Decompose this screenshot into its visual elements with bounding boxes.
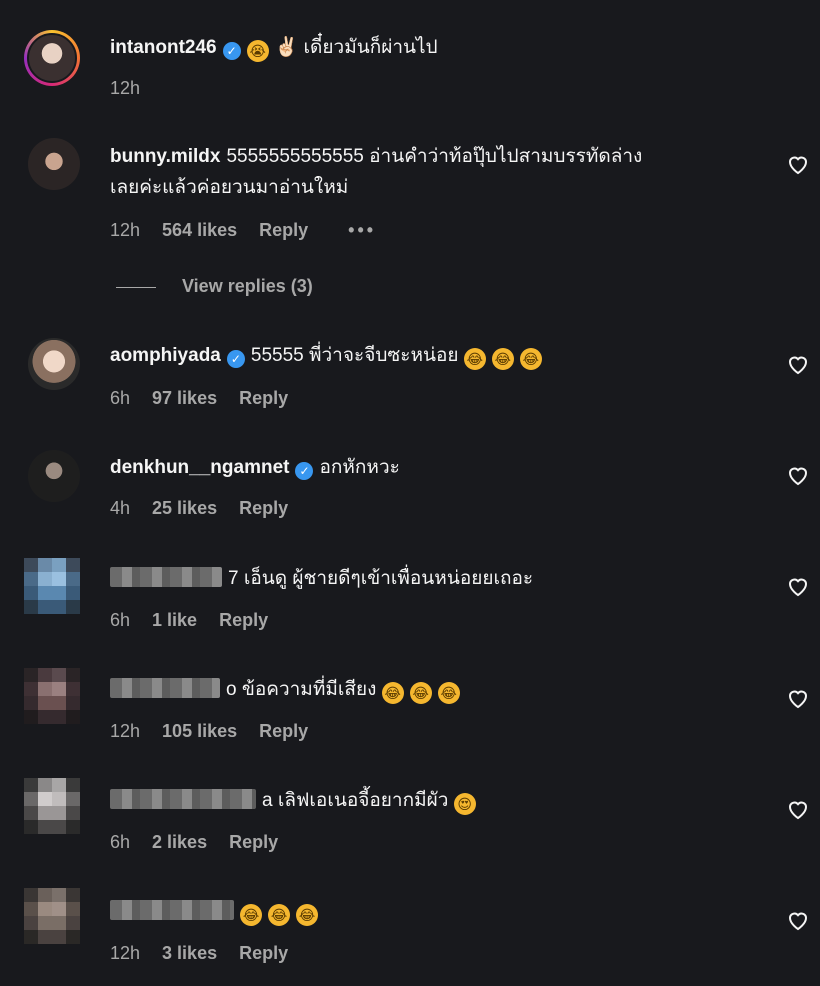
comment-text: a เลิฟเอเนอจี้อยากมีผัว [262,790,449,811]
laughing-emoji-icon: 😂 [519,348,542,370]
avatar[interactable] [28,138,80,190]
like-count[interactable]: 25 likes [152,498,217,518]
laughing-emoji-icon: 😂 [409,682,432,704]
avatar[interactable] [24,558,80,614]
heart-outline-icon[interactable] [786,908,810,932]
heart-outline-icon[interactable] [786,574,810,598]
laughing-emoji-icon: 😂 [437,682,460,704]
avatar[interactable] [24,668,80,724]
laughing-emoji-icon: 😂 [381,682,404,704]
like-count[interactable]: 564 likes [162,220,237,240]
comment-text: 55555 พี่ว่าจะจีบซะหน่อย [250,345,459,366]
like-count[interactable]: 2 likes [152,832,207,852]
heart-outline-icon[interactable] [786,686,810,710]
comment-text: o ข้อความที่มีเสียง [226,679,377,700]
comment-username[interactable]: intanont246 [110,37,217,58]
like-count[interactable]: 3 likes [162,943,217,963]
comment-username[interactable]: denkhun__ngamnet [110,457,289,478]
like-count[interactable]: 1 like [152,610,197,630]
laughing-emoji-icon: 😂 [268,904,290,926]
avatar[interactable] [28,338,80,390]
like-count[interactable]: 97 likes [152,388,217,408]
comment-time: 4h [110,498,131,518]
laughing-emoji-icon: 😂 [491,348,514,370]
verified-badge-icon: ✓ [222,42,241,60]
reply-button[interactable]: Reply [239,388,288,408]
comment-text-continued: เลยค่ะแล้วค่อยวนมาอ่านใหม่ [110,177,349,198]
heart-outline-icon[interactable] [786,352,810,376]
reply-button[interactable]: Reply [219,610,268,630]
comment-meta: 12h 564 likes Reply ••• [110,220,398,241]
more-options-icon[interactable]: ••• [348,220,376,240]
comment-meta: 6h 2 likes Reply [110,832,300,853]
reply-button[interactable]: Reply [259,721,308,741]
comment-text: 7 เอ็นดู ผู้ชายดีๆเข้าเพื่อนหน่อยยเถอะ [228,568,534,589]
heart-outline-icon[interactable] [786,797,810,821]
avatar[interactable] [24,888,80,944]
comment-meta: 12h 3 likes Reply [110,943,310,964]
divider-line [116,286,156,288]
comment-text: 5555555555555 อ่านคำว่าท้อปุ๊บไปสามบรรทั… [226,146,643,167]
like-count[interactable]: 105 likes [162,721,237,741]
avatar[interactable] [24,30,80,86]
comment-time: 12h [110,78,141,98]
view-replies-button[interactable]: View replies (3) [116,276,313,297]
crying-emoji-icon: 😭 [246,40,269,62]
blurred-username [110,789,256,809]
comment-text: อกหักหวะ [319,457,400,478]
comment-username[interactable]: aomphiyada [110,345,221,366]
laughing-emoji-icon: 😂 [463,348,486,370]
comment-time: 6h [110,832,131,852]
comment-meta: 6h 97 likes Reply [110,388,310,409]
blurred-username [110,567,222,587]
blurred-username [110,900,234,920]
comment-time: 12h [110,943,141,963]
comment-meta: 12h 105 likes Reply [110,721,330,742]
comment-text: ✌🏻 เดี๋ยวมันก็ผ่านไป [274,37,438,58]
comment-time: 6h [110,388,131,408]
verified-badge-icon: ✓ [226,350,245,368]
avatar[interactable] [28,450,80,502]
comment-meta: 12h [110,78,162,99]
reply-button[interactable]: Reply [229,832,278,852]
comment-time: 6h [110,610,131,630]
comment-meta: 6h 1 like Reply [110,610,290,631]
heart-outline-icon[interactable] [786,152,810,176]
reply-button[interactable]: Reply [259,220,308,240]
comment-time: 12h [110,220,141,240]
comment-username[interactable]: bunny.mildx [110,146,220,167]
reply-button[interactable]: Reply [239,498,288,518]
verified-badge-icon: ✓ [295,462,314,480]
avatar[interactable] [24,778,80,834]
comment-meta: 4h 25 likes Reply [110,498,310,519]
blurred-username [110,678,220,698]
heart-outline-icon[interactable] [786,463,810,487]
reply-button[interactable]: Reply [239,943,288,963]
laughing-emoji-icon: 😂 [296,904,318,926]
comment-time: 12h [110,721,141,741]
heart-eyes-emoji-icon: 😍 [453,793,476,815]
laughing-emoji-icon: 😂 [240,904,262,926]
